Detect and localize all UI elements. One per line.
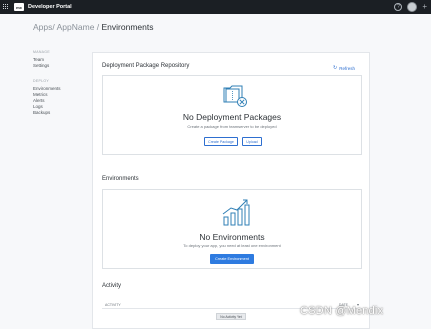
growth-chart-icon [222,199,250,226]
create-environment-button[interactable]: Create Environment [210,254,254,264]
top-bar: mx Developer Portal ? + [0,0,431,14]
sidebar-item-settings[interactable]: Settings [33,63,88,69]
portal-title: Developer Portal [28,4,72,10]
sidebar: MANAGE Team Settings DEPLOY Environments… [33,50,88,126]
sidebar-group-deploy: DEPLOY Environments Metrics Alerts Logs … [33,79,88,116]
watermark: CSDN @Mendix [300,305,384,317]
sidebar-group-manage: MANAGE Team Settings [33,50,88,69]
mendix-logo: mx [14,3,24,11]
empty-activity-badge: No Activity Yet [216,313,246,320]
environments-empty-panel: No Environments To deploy your app, you … [102,189,362,269]
main-content: Deployment Package Repository ↻ Refresh … [92,52,370,329]
sidebar-heading-deploy: DEPLOY [33,79,49,83]
activity-section-title: Activity [102,283,122,289]
upload-button[interactable]: Upload [242,137,262,146]
refresh-icon: ↻ [333,65,338,71]
create-package-button[interactable]: Create Package [204,137,238,146]
sidebar-item-backups[interactable]: Backups [33,110,88,116]
package-folder-icon [223,85,247,107]
no-packages-title: No Deployment Packages [182,112,282,122]
no-environments-subtitle: To deploy your app, you need at least on… [183,243,281,248]
breadcrumb-path[interactable]: Apps/ AppName / [33,22,102,32]
no-environments-title: No Environments [199,232,265,242]
no-packages-subtitle: Create a package from teamserver to be d… [187,124,277,129]
help-icon[interactable]: ? [394,3,403,11]
page-title: Environments [101,22,154,32]
avatar[interactable] [407,2,418,12]
deployment-empty-panel: No Deployment Packages Create a package … [102,75,362,155]
plus-icon[interactable]: + [422,3,427,11]
app-switcher-icon[interactable] [3,4,9,10]
refresh-label: Refresh [339,65,355,71]
top-right-controls: ? + [394,2,427,12]
activity-column-header[interactable]: ACTIVITY [105,303,121,307]
deployment-section-title: Deployment Package Repository [102,63,190,69]
breadcrumb: Apps/ AppName / Environments [33,22,153,32]
environments-section-title: Environments [102,176,139,182]
sidebar-heading-manage: MANAGE [33,50,50,54]
refresh-button[interactable]: ↻ Refresh [333,65,355,71]
